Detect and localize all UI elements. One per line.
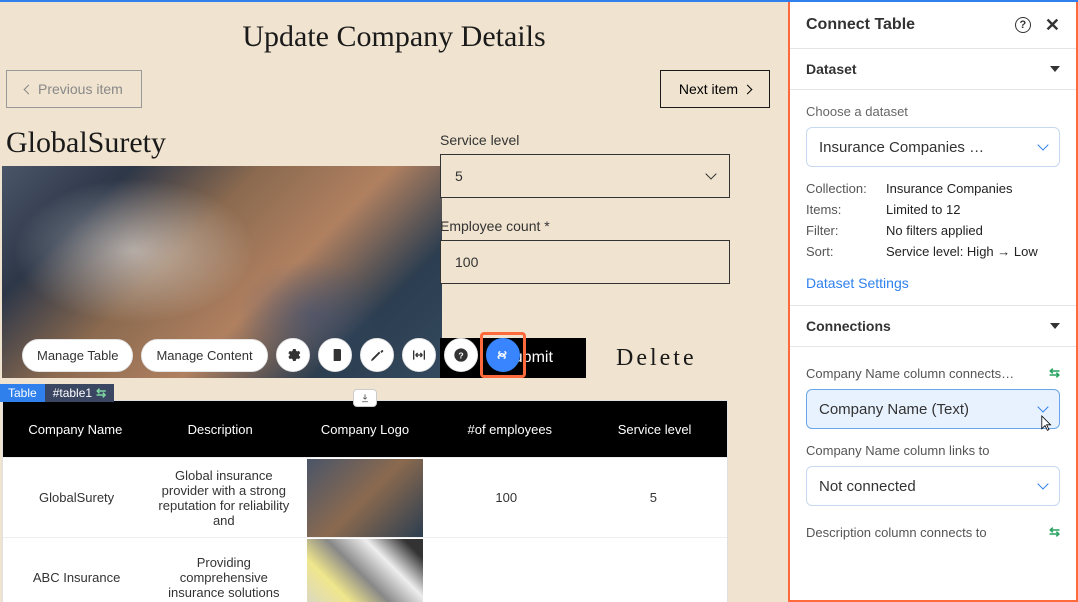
- dataset-settings-link[interactable]: Dataset Settings: [806, 275, 909, 291]
- company-form: Service level 5 Employee count * 100: [440, 132, 768, 284]
- element-type-tag[interactable]: Table: [0, 384, 45, 402]
- connection-1-label: Company Name column connects…: [806, 366, 1014, 381]
- next-item-label: Next item: [679, 81, 738, 97]
- connection-2-label: Company Name column links to: [806, 443, 990, 458]
- close-icon[interactable]: ✕: [1045, 16, 1060, 34]
- employee-count-label: Employee count *: [440, 218, 768, 234]
- dataset-section: Choose a dataset Insurance Companies … C…: [790, 90, 1076, 305]
- sort-value: Service level: High → Low: [886, 244, 1038, 259]
- employee-count-input[interactable]: 100: [440, 240, 730, 284]
- settings-icon[interactable]: [276, 338, 310, 372]
- connection-3-label: Description column connects to: [806, 525, 987, 540]
- td-logo: [297, 539, 432, 602]
- chevron-down-icon: [705, 168, 716, 179]
- td-desc: Global insurance provider with a strong …: [150, 462, 297, 534]
- td-employees: 100: [433, 484, 580, 511]
- th-employees[interactable]: #of employees: [437, 416, 582, 443]
- connect-data-icon[interactable]: [486, 338, 520, 372]
- td-level: 5: [580, 484, 727, 511]
- element-tag: Table #table1 ⇆: [0, 384, 114, 402]
- table-row[interactable]: ABC InsuranceProviding comprehensive ins…: [3, 537, 727, 602]
- previous-item-button[interactable]: Previous item: [6, 70, 142, 108]
- download-icon[interactable]: [353, 389, 377, 407]
- layout-icon[interactable]: [318, 338, 352, 372]
- service-level-label: Service level: [440, 132, 768, 148]
- th-company-logo[interactable]: Company Logo: [293, 416, 438, 443]
- th-description[interactable]: Description: [148, 416, 293, 443]
- swap-icon: ⇆: [1049, 365, 1060, 381]
- cursor-icon: [1037, 414, 1053, 434]
- service-level-select[interactable]: 5: [440, 154, 730, 198]
- panel-title: Connect Table: [806, 16, 915, 34]
- chevron-left-icon: [24, 84, 34, 94]
- table-body: GlobalSuretyGlobal insurance provider wi…: [3, 457, 727, 602]
- connect-table-panel: Connect Table ? ✕ Dataset Choose a datas…: [788, 2, 1078, 602]
- chevron-down-icon: [1050, 66, 1060, 72]
- th-service-level[interactable]: Service level: [582, 416, 727, 443]
- page-title: Update Company Details: [0, 2, 788, 60]
- design-icon[interactable]: [360, 338, 394, 372]
- data-table[interactable]: Company Name Description Company Logo #o…: [2, 400, 728, 602]
- svg-text:?: ?: [458, 350, 463, 360]
- choose-dataset-label: Choose a dataset: [806, 104, 1060, 119]
- swap-icon: ⇆: [1049, 524, 1060, 540]
- connections-section: Company Name column connects… ⇆ Company …: [790, 347, 1076, 554]
- chevron-right-icon: [743, 84, 753, 94]
- table-header: Company Name Description Company Logo #o…: [3, 401, 727, 457]
- employee-count-value: 100: [455, 254, 478, 270]
- dataset-section-header[interactable]: Dataset: [790, 48, 1076, 90]
- connections-section-header[interactable]: Connections: [790, 305, 1076, 347]
- help-icon[interactable]: ?: [444, 338, 478, 372]
- previous-item-label: Previous item: [38, 81, 123, 97]
- element-id-tag[interactable]: #table1 ⇆: [45, 384, 114, 402]
- service-level-value: 5: [455, 168, 463, 184]
- next-item-button[interactable]: Next item: [660, 70, 770, 108]
- chevron-down-icon: [1037, 401, 1048, 412]
- connection-1-dropdown[interactable]: Company Name (Text): [806, 389, 1060, 429]
- collection-value: Insurance Companies: [886, 181, 1012, 196]
- editor-canvas: Update Company Details Previous item Nex…: [0, 2, 788, 602]
- td-name: ABC Insurance: [3, 564, 150, 591]
- panel-header: Connect Table ? ✕: [790, 2, 1076, 48]
- dataset-dropdown[interactable]: Insurance Companies …: [806, 127, 1060, 167]
- th-company-name[interactable]: Company Name: [3, 416, 148, 443]
- filter-value: No filters applied: [886, 223, 983, 238]
- connection-2-dropdown[interactable]: Not connected: [806, 466, 1060, 506]
- manage-content-button[interactable]: Manage Content: [141, 339, 267, 372]
- chevron-down-icon: [1037, 478, 1048, 489]
- td-logo: [297, 459, 432, 537]
- stretch-icon[interactable]: [402, 338, 436, 372]
- td-desc: Providing comprehensive insurance soluti…: [150, 549, 297, 602]
- element-toolbar: Manage Table Manage Content ?: [22, 338, 520, 372]
- items-value: Limited to 12: [886, 202, 960, 217]
- item-nav: Previous item Next item: [0, 60, 788, 108]
- chevron-down-icon: [1037, 139, 1048, 150]
- td-employees: [433, 572, 580, 584]
- chevron-down-icon: [1050, 323, 1060, 329]
- panel-help-icon[interactable]: ?: [1015, 17, 1031, 33]
- link-icon: ⇆: [96, 386, 106, 400]
- td-name: GlobalSurety: [3, 484, 150, 511]
- delete-button[interactable]: Delete: [616, 345, 697, 372]
- td-level: [580, 572, 727, 584]
- manage-table-button[interactable]: Manage Table: [22, 339, 133, 372]
- table-row[interactable]: GlobalSuretyGlobal insurance provider wi…: [3, 457, 727, 537]
